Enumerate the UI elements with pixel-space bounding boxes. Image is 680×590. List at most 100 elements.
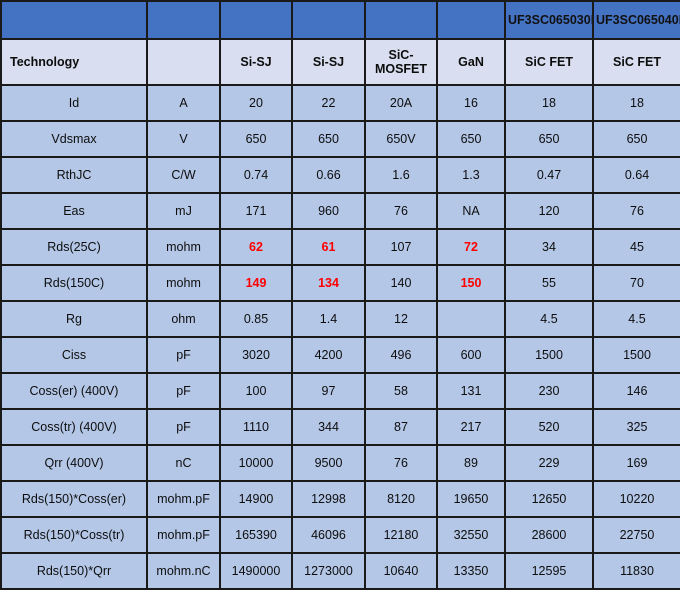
value-cell: 34 [504, 228, 594, 266]
parameter-name-cell: Rds(150)*Qrr [0, 552, 148, 590]
value-cell: 120 [504, 192, 594, 230]
value-cell: 650 [436, 120, 506, 158]
value-cell: 100 [219, 372, 293, 410]
part-number-blank-cell [436, 0, 506, 40]
value-cell: 9500 [291, 444, 366, 482]
table-row: Id A 20 22 20A 16 18 18 [0, 84, 680, 122]
value-cell: 46096 [291, 516, 366, 554]
value-cell: 10640 [364, 552, 438, 590]
parameter-name-cell: Rg [0, 300, 148, 338]
value-cell: 28600 [504, 516, 594, 554]
table-row: Rg ohm 0.85 1.4 12 4.5 4.5 [0, 300, 680, 338]
value-cell: 134 [291, 264, 366, 302]
parameter-name-cell: Coss(tr) (400V) [0, 408, 148, 446]
table-row: Coss(er) (400V) pF 100 97 58 131 230 146 [0, 372, 680, 410]
value-cell: 496 [364, 336, 438, 374]
value-cell: 960 [291, 192, 366, 230]
value-cell: 4.5 [592, 300, 680, 338]
value-cell: 13350 [436, 552, 506, 590]
value-cell: 229 [504, 444, 594, 482]
technology-blank-cell [146, 38, 221, 86]
comparison-table: UF3SC065030D8SUF3SC065040D8S Technology S… [0, 0, 680, 590]
technology-header-row: Technology Si-SJ Si-SJ SiC-MOSFET GaN SiC FET… [0, 38, 680, 86]
table-row: RthJC C/W 0.74 0.66 1.6 1.3 0.47 0.64 [0, 156, 680, 194]
value-cell: 97 [291, 372, 366, 410]
value-cell: 61 [291, 228, 366, 266]
unit-cell: mohm.pF [146, 516, 221, 554]
unit-cell: V [146, 120, 221, 158]
value-cell: 1.4 [291, 300, 366, 338]
parameter-name-cell: Eas [0, 192, 148, 230]
value-cell: 1273000 [291, 552, 366, 590]
value-cell: 45 [592, 228, 680, 266]
value-cell: 8120 [364, 480, 438, 518]
value-cell: 55 [504, 264, 594, 302]
technology-header-cell: SiC FET [504, 38, 594, 86]
unit-cell: nC [146, 444, 221, 482]
unit-cell: mohm.nC [146, 552, 221, 590]
value-cell: 4.5 [504, 300, 594, 338]
value-cell: 230 [504, 372, 594, 410]
part-number-blank-cell [291, 0, 366, 40]
value-cell: 140 [364, 264, 438, 302]
value-cell: 171 [219, 192, 293, 230]
parameter-name-cell: Rds(150)*Coss(tr) [0, 516, 148, 554]
parameter-name-cell: RthJC [0, 156, 148, 194]
value-cell: 149 [219, 264, 293, 302]
unit-cell: A [146, 84, 221, 122]
value-cell: 650V [364, 120, 438, 158]
value-cell: 1.3 [436, 156, 506, 194]
table-row: Rds(150C) mohm 149 134 140 150 55 70 [0, 264, 680, 302]
value-cell: 0.47 [504, 156, 594, 194]
parameter-name-cell: Coss(er) (400V) [0, 372, 148, 410]
technology-header-cell: SiC FET [592, 38, 680, 86]
value-cell: 10220 [592, 480, 680, 518]
value-cell: 217 [436, 408, 506, 446]
parameter-name-cell: Ciss [0, 336, 148, 374]
value-cell: 1500 [592, 336, 680, 374]
value-cell: 1.6 [364, 156, 438, 194]
parameter-name-cell: Rds(150C) [0, 264, 148, 302]
unit-cell: C/W [146, 156, 221, 194]
table-row: Ciss pF 3020 4200 496 600 1500 1500 [0, 336, 680, 374]
value-cell: NA [436, 192, 506, 230]
value-cell: 76 [364, 444, 438, 482]
parameter-name-cell: Qrr (400V) [0, 444, 148, 482]
value-cell-empty [436, 300, 506, 338]
value-cell: 11830 [592, 552, 680, 590]
table-row: Vdsmax V 650 650 650V 650 650 650 [0, 120, 680, 158]
value-cell: 0.74 [219, 156, 293, 194]
value-cell: 0.85 [219, 300, 293, 338]
value-cell: 72 [436, 228, 506, 266]
part-number-blank-cell [146, 0, 221, 40]
value-cell: 4200 [291, 336, 366, 374]
value-cell: 87 [364, 408, 438, 446]
spreadsheet-canvas: UF3SC065030D8SUF3SC065040D8S Technology S… [0, 0, 680, 590]
value-cell: 22750 [592, 516, 680, 554]
table-row: Rds(150)*Qrr mohm.nC 1490000 1273000 10640 13… [0, 552, 680, 590]
value-cell: 12180 [364, 516, 438, 554]
unit-cell: pF [146, 408, 221, 446]
value-cell: 22 [291, 84, 366, 122]
value-cell: 325 [592, 408, 680, 446]
value-cell: 146 [592, 372, 680, 410]
technology-header-cell: SiC-MOSFET [364, 38, 438, 86]
part-number-cell: UF3SC065040D8S [592, 0, 680, 40]
value-cell: 14900 [219, 480, 293, 518]
value-cell: 18 [504, 84, 594, 122]
parameter-name-cell: Id [0, 84, 148, 122]
table-row: Eas mJ 171 960 76 NA 120 76 [0, 192, 680, 230]
unit-cell: ohm [146, 300, 221, 338]
value-cell: 650 [219, 120, 293, 158]
technology-header-cell: Si-SJ [291, 38, 366, 86]
unit-cell: mohm.pF [146, 480, 221, 518]
value-cell: 20 [219, 84, 293, 122]
unit-cell: pF [146, 336, 221, 374]
value-cell: 76 [364, 192, 438, 230]
value-cell: 12 [364, 300, 438, 338]
part-number-header-row: UF3SC065030D8SUF3SC065040D8S [0, 0, 680, 40]
value-cell: 131 [436, 372, 506, 410]
value-cell: 650 [592, 120, 680, 158]
value-cell: 70 [592, 264, 680, 302]
part-number-blank-cell [219, 0, 293, 40]
